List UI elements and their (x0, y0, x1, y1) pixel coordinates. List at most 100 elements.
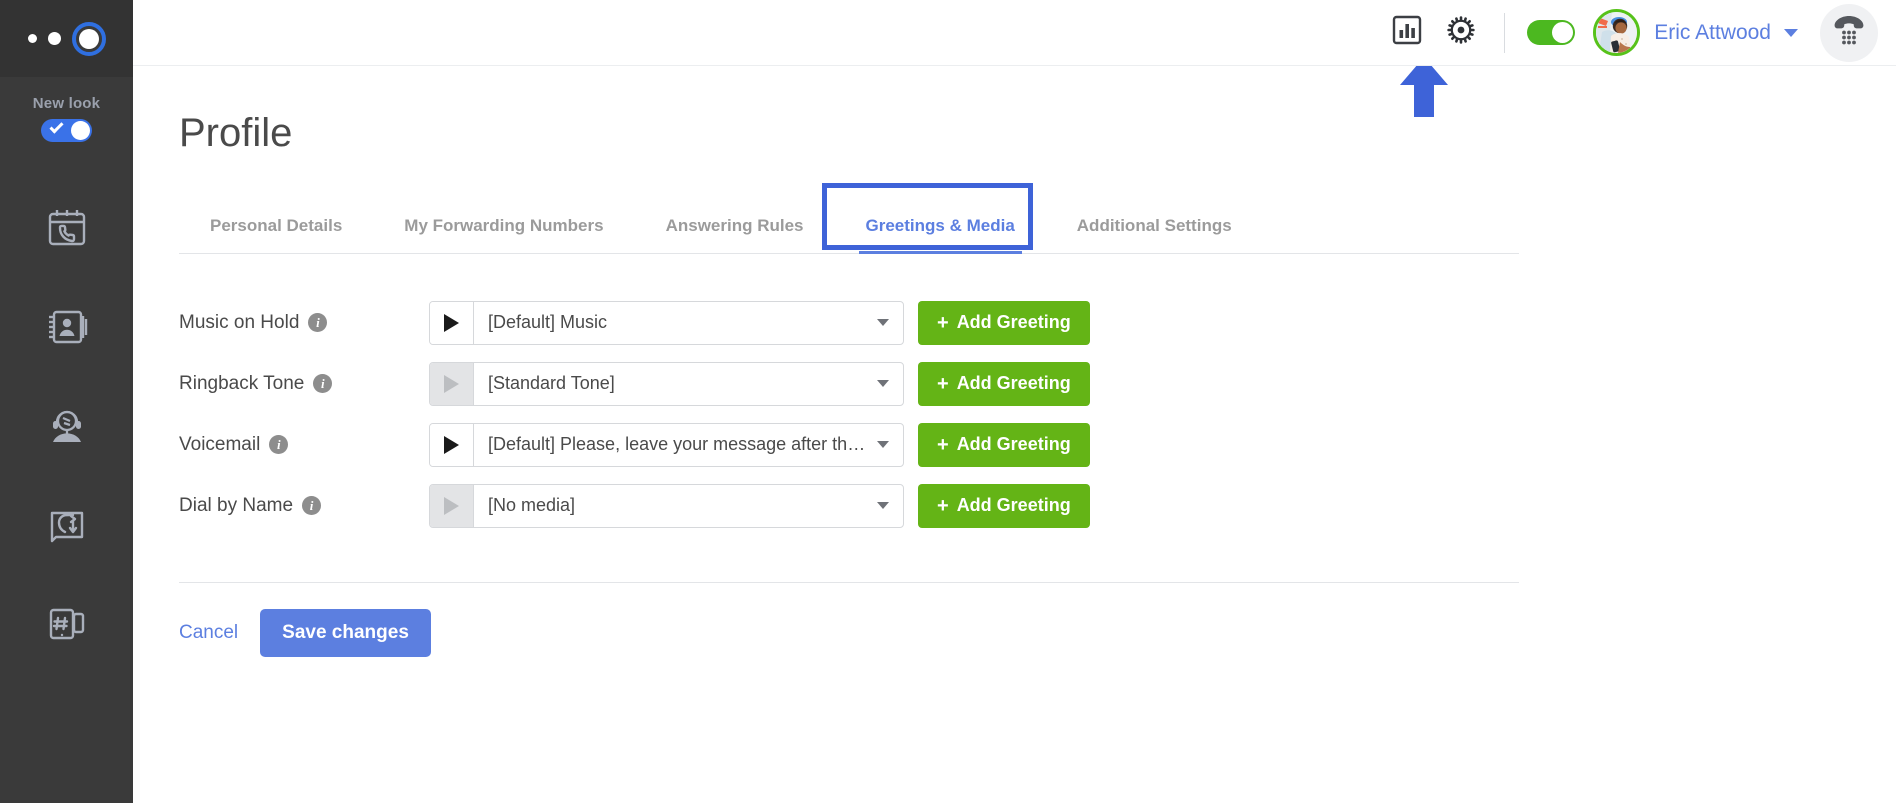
tab-greetings-and-media[interactable]: Greetings & Media (835, 216, 1046, 254)
select-value: [Standard Tone] (488, 373, 615, 393)
form-row-ringback-tone: Ringback Tone i [Standard Tone] + Add Gr… (179, 353, 1896, 414)
address-book-icon (43, 303, 91, 351)
dialpad-button[interactable] (1820, 3, 1878, 62)
chevron-down-icon (877, 319, 889, 326)
save-changes-button[interactable]: Save changes (260, 609, 431, 657)
new-look-section: New look (0, 95, 133, 142)
play-icon (444, 313, 459, 332)
play-button (430, 362, 474, 405)
plus-icon: + (937, 372, 949, 395)
footer-divider (179, 582, 1519, 583)
logo-dot-small (27, 34, 37, 43)
check-icon (49, 119, 64, 134)
plus-icon: + (937, 311, 949, 334)
label-ringback-tone: Ringback Tone i (179, 373, 429, 395)
content-area: Eric Attwood Profile Personal Details My (133, 0, 1896, 803)
label-text: Music on Hold (179, 311, 300, 333)
add-greeting-label: Add Greeting (956, 434, 1071, 454)
play-button[interactable] (430, 423, 474, 466)
main-panel: Profile Personal Details My Forwarding N… (133, 66, 1896, 803)
label-text: Ringback Tone (179, 372, 305, 394)
logo-dot-medium (47, 32, 61, 45)
form-row-music-on-hold: Music on Hold i [Default] Music + Add Gr… (179, 292, 1896, 353)
form-row-dial-by-name: Dial by Name i [No media] + Add Greeting (179, 475, 1896, 536)
media-control-dial-by-name: [No media] (429, 483, 904, 528)
add-greeting-label: Add Greeting (956, 373, 1071, 393)
label-text: Dial by Name (179, 494, 294, 516)
tab-my-forwarding-numbers[interactable]: My Forwarding Numbers (373, 216, 634, 253)
add-greeting-button-ringback-tone[interactable]: + Add Greeting (918, 361, 1090, 406)
chevron-down-icon (877, 380, 889, 387)
form-row-voicemail: Voicemail i [Default] Please, leave your… (179, 414, 1896, 475)
media-control-voicemail: [Default] Please, leave your message aft… (429, 422, 904, 467)
select-music-on-hold[interactable]: [Default] Music (474, 302, 903, 344)
tab-answering-rules[interactable]: Answering Rules (635, 216, 835, 253)
app-root: New look Eric Attwood Profile Personal D… (0, 0, 1896, 803)
bar-chart-icon (1390, 13, 1424, 52)
select-voicemail[interactable]: [Default] Please, leave your message aft… (474, 424, 903, 466)
page-title: Profile (179, 111, 293, 155)
sidebar-item-contacts[interactable] (0, 277, 133, 376)
plus-icon: + (937, 433, 949, 456)
hash-device-icon (43, 600, 91, 648)
add-greeting-button-dial-by-name[interactable]: + Add Greeting (918, 483, 1090, 528)
chevron-down-icon (877, 502, 889, 509)
select-value: [Default] Music (488, 312, 608, 332)
add-greeting-label: Add Greeting (956, 312, 1071, 332)
info-icon[interactable]: i (308, 313, 328, 332)
gear-icon (1443, 12, 1479, 53)
play-icon (444, 435, 459, 454)
toggle-knob (1552, 22, 1574, 43)
header-divider (1504, 12, 1506, 53)
info-icon[interactable]: i (302, 496, 322, 515)
sidebar-item-agent[interactable] (0, 376, 133, 475)
greetings-form: Music on Hold i [Default] Music + Add Gr… (179, 292, 1896, 536)
chevron-down-icon[interactable] (1784, 28, 1798, 37)
media-control-ringback-tone: [Standard Tone] (429, 361, 904, 406)
tab-bar: Personal Details My Forwarding Numbers A… (179, 198, 1519, 254)
add-greeting-label: Add Greeting (956, 495, 1071, 515)
tab-additional-settings[interactable]: Additional Settings (1046, 216, 1263, 253)
sidebar-item-call-routing[interactable] (0, 475, 133, 574)
sidebar-item-calls-calendar[interactable] (0, 178, 133, 277)
play-button[interactable] (430, 301, 474, 344)
info-icon[interactable]: i (269, 435, 289, 454)
chevron-down-icon (877, 441, 889, 448)
add-greeting-button-music-on-hold[interactable]: + Add Greeting (918, 300, 1090, 345)
label-dial-by-name: Dial by Name i (179, 495, 429, 517)
select-value: [Default] Please, leave your message aft… (488, 434, 867, 454)
logo-dot-ring-icon (71, 21, 106, 56)
sidebar-logo[interactable] (0, 0, 133, 77)
select-value: [No media] (488, 495, 576, 515)
plus-icon: + (937, 494, 949, 517)
username-label[interactable]: Eric Attwood (1654, 21, 1771, 45)
form-actions: Cancel Save changes (179, 609, 1896, 657)
toggle-knob (71, 121, 90, 140)
settings-button[interactable] (1434, 6, 1488, 60)
sidebar: New look (0, 0, 133, 803)
select-ringback-tone[interactable]: [Standard Tone] (474, 363, 903, 405)
headset-agent-icon (43, 402, 91, 450)
label-music-on-hold: Music on Hold i (179, 312, 429, 334)
info-icon[interactable]: i (313, 374, 333, 393)
cancel-button[interactable]: Cancel (179, 622, 238, 644)
new-look-label: New look (32, 95, 101, 112)
top-header: Eric Attwood (133, 0, 1896, 66)
sidebar-nav (0, 178, 133, 673)
label-voicemail: Voicemail i (179, 434, 429, 456)
add-greeting-button-voicemail[interactable]: + Add Greeting (918, 422, 1090, 467)
phone-calendar-icon (43, 204, 91, 252)
sidebar-item-messaging[interactable] (0, 574, 133, 673)
call-flow-icon (43, 501, 91, 549)
dialpad-handset-icon (1832, 14, 1866, 51)
select-dial-by-name[interactable]: [No media] (474, 485, 903, 527)
play-icon (444, 496, 459, 515)
avatar[interactable] (1593, 9, 1641, 56)
label-text: Voicemail (179, 433, 261, 455)
availability-toggle[interactable] (1527, 20, 1576, 45)
play-button (430, 484, 474, 527)
tab-personal-details[interactable]: Personal Details (179, 216, 373, 253)
avatar-illustration-icon (1596, 12, 1638, 53)
analytics-button[interactable] (1380, 6, 1434, 60)
new-look-toggle[interactable] (41, 119, 92, 142)
